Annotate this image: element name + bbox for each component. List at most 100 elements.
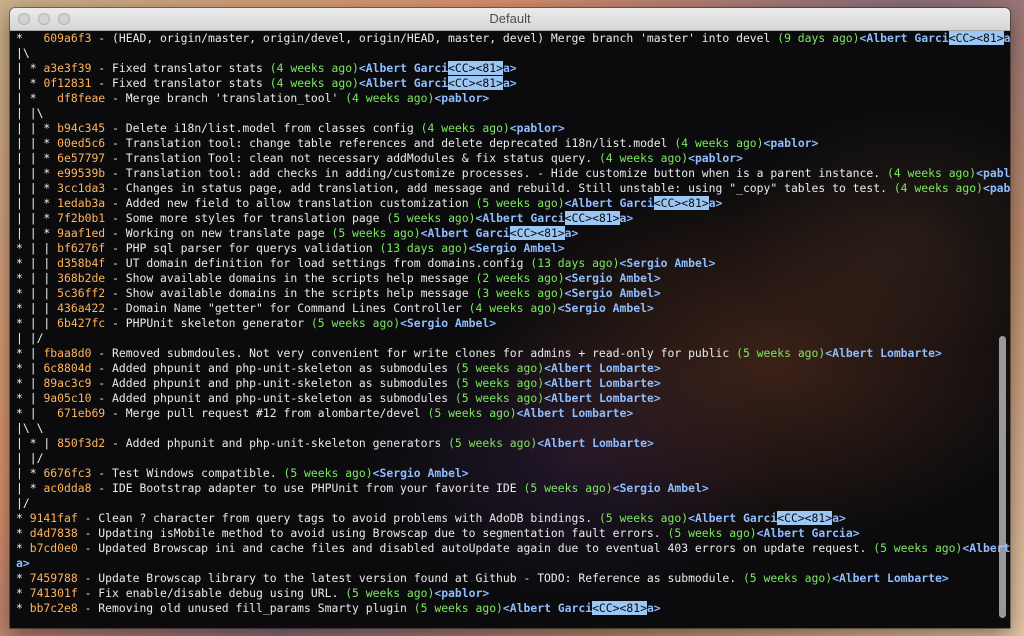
commit-hash: a3e3f39 <box>43 61 92 75</box>
log-line: | * 0f12831 - Fixed translator stats (4 … <box>16 76 1010 91</box>
commit-graph: * <box>16 601 30 615</box>
author-tail: a> <box>16 556 30 570</box>
commit-hash: 7459788 <box>29 571 78 585</box>
commit-date: (5 weeks ago) <box>413 601 503 615</box>
commit-message: - Fixed translator stats <box>91 76 270 90</box>
author-bracket: < <box>564 271 572 285</box>
commit-graph: |/ <box>16 496 30 510</box>
log-line: | | * 1edab3a - Added new field to allow… <box>16 196 1010 211</box>
commit-date: (4 weeks ago) <box>420 121 510 135</box>
commit-author: Albert Garci <box>365 76 449 90</box>
commit-author: Albert Lombarte <box>550 391 654 405</box>
commit-graph: | * | <box>16 436 58 450</box>
commit-date: (5 weeks ago) <box>386 211 476 225</box>
commit-message: - (HEAD, origin/master, origin/devel, or… <box>91 31 778 45</box>
log-line: * | | 6b427fc - PHPUnit skeleton generat… <box>16 316 1010 331</box>
author-bracket: < <box>502 601 510 615</box>
commit-message: - Added phpunit and php-unit-skeleton as… <box>91 361 455 375</box>
commit-message: - IDE Bootstrap adapter to use PHPUnit f… <box>91 481 524 495</box>
commit-graph: | |/ <box>16 331 44 345</box>
author-bracket: < <box>544 361 551 375</box>
commit-graph: | * <box>16 466 44 480</box>
author-bracket: < <box>976 166 983 180</box>
commit-hash: 0f12831 <box>43 76 92 90</box>
commit-date: (5 weeks ago) <box>454 391 545 405</box>
commit-graph: * | | <box>16 286 58 300</box>
log-line: * 609a6f3 - (HEAD, origin/master, origin… <box>16 31 1010 46</box>
commit-hash: 609a6f3 <box>43 31 92 45</box>
commit-graph: * | <box>16 361 44 375</box>
commit-graph: | * <box>16 481 44 495</box>
window-title: Default <box>489 11 531 26</box>
commit-author: Sergio Ambel <box>626 256 709 270</box>
author-bracket: > <box>736 151 743 165</box>
log-line: * | 9a05c10 - Added phpunit and php-unit… <box>16 391 1010 406</box>
commit-graph: * | <box>16 406 58 420</box>
commit-author: Albert Lombarte <box>550 361 654 375</box>
log-line: * | | 436a422 - Domain Name "getter" for… <box>16 301 1010 316</box>
commit-date: (5 weeks ago) <box>331 226 421 240</box>
commit-date: (4 weeks ago) <box>674 136 764 150</box>
commit-date: (5 weeks ago) <box>345 586 435 600</box>
log-line: * | fbaa8d0 - Removed submdoules. Not ve… <box>16 346 1010 361</box>
commit-hash: ac0dda8 <box>43 481 92 495</box>
commit-date: (5 weeks ago) <box>283 466 373 480</box>
commit-hash: 9aaf1ed <box>57 226 106 240</box>
terminal-window: Default * 609a6f3 - (HEAD, origin/master… <box>10 8 1010 628</box>
author-tail: a> <box>646 601 661 615</box>
commit-graph: | | * <box>16 226 58 240</box>
author-bracket: > <box>482 91 490 105</box>
commit-author: Albert Garci <box>866 31 949 45</box>
commit-graph: | | * <box>16 136 58 150</box>
log-line: * | 671eb69 - Merge pull request #12 fro… <box>16 406 1010 421</box>
commit-date: (4 weeks ago) <box>598 151 689 165</box>
author-bracket: > <box>489 316 497 330</box>
commit-message: - PHP sql parser for querys validation <box>105 241 380 255</box>
log-line: * | | bf6276f - PHP sql parser for query… <box>16 241 1010 256</box>
commit-message: - Removed submdoules. Not very convenien… <box>91 346 737 360</box>
commit-graph: | |/ <box>16 451 44 465</box>
commit-graph: * | <box>16 391 44 405</box>
log-line: |\ <box>16 46 1010 61</box>
commit-message: - Clean ? character from query tags to a… <box>77 511 599 525</box>
commit-message: - Added new field to allow translation c… <box>105 196 476 210</box>
log-line: | * 6676fc3 - Test Windows compatible. (… <box>16 466 1010 481</box>
log-line: | | * 3cc1da3 - Changes in status page, … <box>16 181 1010 196</box>
log-line: | * ac0dda8 - IDE Bootstrap adapter to u… <box>16 481 1010 496</box>
log-line: | |/ <box>16 331 1010 346</box>
commit-message: - Show available domains in the scripts … <box>105 271 476 285</box>
log-line: | |/ <box>16 451 1010 466</box>
commit-message: - Added phpunit and php-unit-skeleton as… <box>91 376 455 390</box>
commit-hash: b94c345 <box>57 121 106 135</box>
commit-date: (5 weeks ago) <box>742 571 833 585</box>
commit-message: - PHPUnit skeleton generator <box>105 316 311 330</box>
author-tail: a> <box>564 226 579 240</box>
author-bracket: > <box>701 481 709 495</box>
commit-date: (5 weeks ago) <box>310 316 401 330</box>
author-bracket: < <box>564 286 572 300</box>
author-bracket: > <box>653 286 661 300</box>
log-line: | |\ <box>16 106 1010 121</box>
commit-graph: * <box>16 526 30 540</box>
log-line: |\ \ <box>16 421 1010 436</box>
commit-hash: 9141faf <box>29 511 78 525</box>
commit-hash: 3cc1da3 <box>57 181 106 195</box>
scrollbar-thumb[interactable] <box>999 336 1006 618</box>
commit-message: - Show available domains in the scripts … <box>105 286 476 300</box>
commit-date: (4 weeks ago) <box>345 91 435 105</box>
commit-hash: 671eb69 <box>57 406 106 420</box>
author-bracket: > <box>626 406 634 420</box>
commit-date: (4 weeks ago) <box>468 301 558 315</box>
commit-message: - Added phpunit and php-unit-skeleton ge… <box>105 436 449 450</box>
commit-author: Albert Lombarte <box>838 571 942 585</box>
scrollbar[interactable] <box>997 31 1008 628</box>
commit-hash: 6c8804d <box>43 361 92 375</box>
commit-message: - Fixed translator stats <box>91 61 270 75</box>
commit-author: Sergio Ambel <box>564 301 647 315</box>
commit-date: (5 weeks ago) <box>736 346 826 360</box>
author-bracket: < <box>358 61 366 75</box>
commit-graph: | * <box>16 91 58 105</box>
commit-graph: * | | <box>16 271 58 285</box>
terminal-content[interactable]: * 609a6f3 - (HEAD, origin/master, origin… <box>10 31 1010 628</box>
author-tail: a> <box>708 196 723 210</box>
